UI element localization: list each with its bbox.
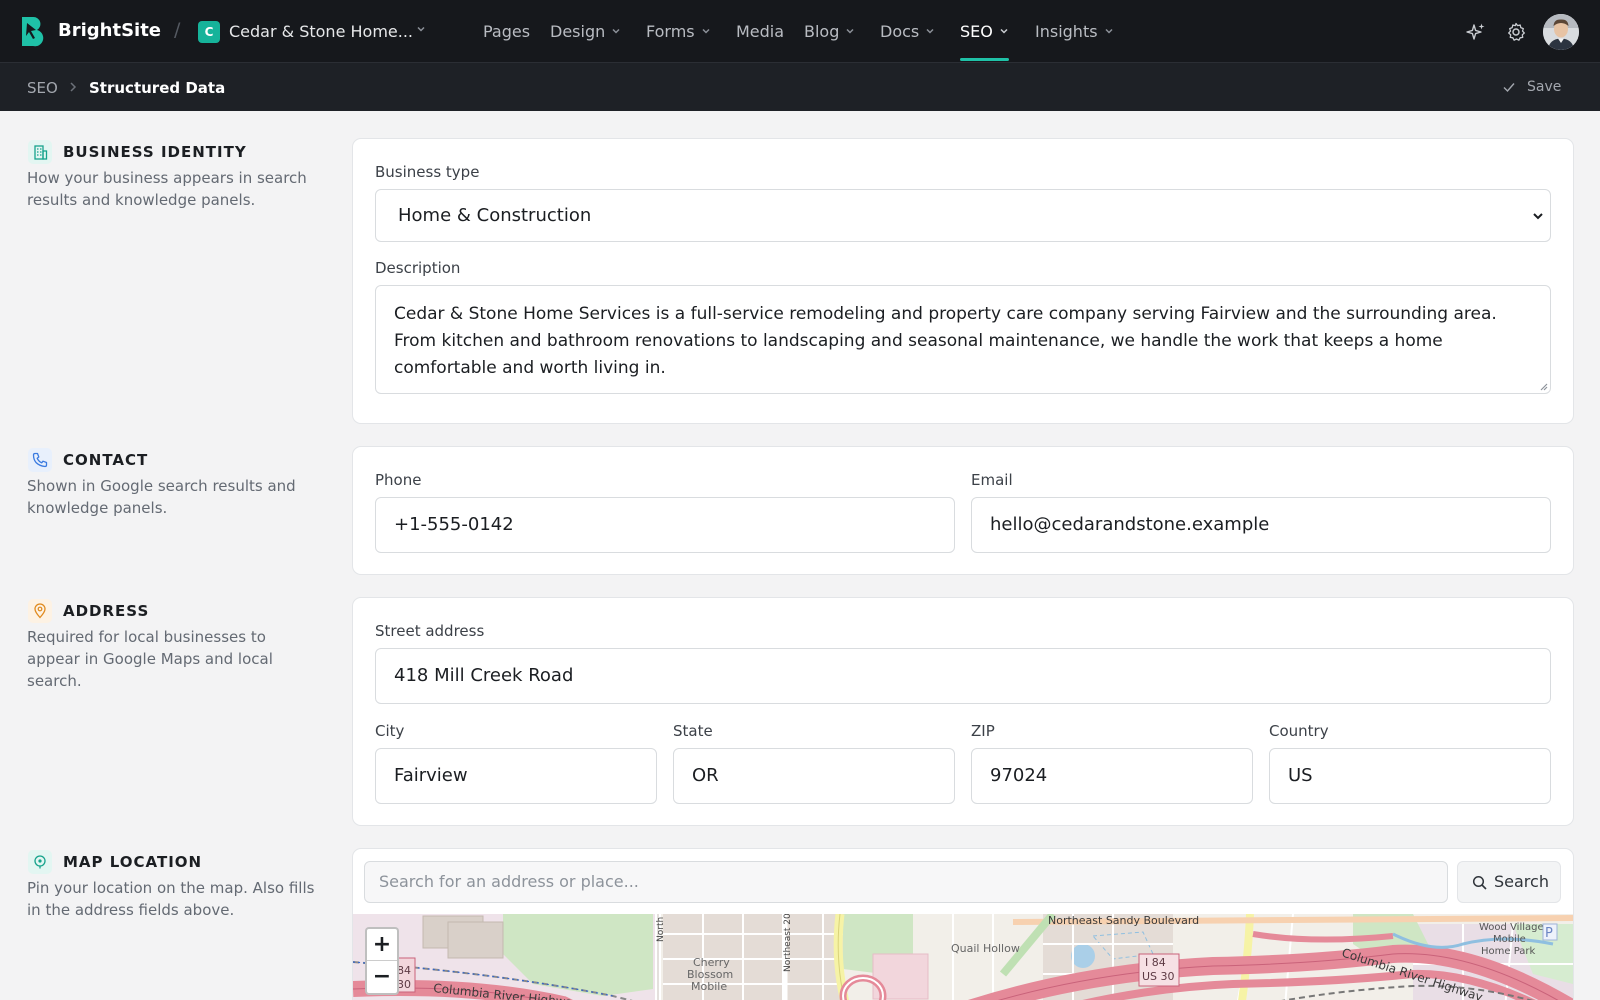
address-card: Street address 418 Mill Creek Road City … <box>352 597 1574 826</box>
sub-bar: SEO Structured Data Save <box>0 63 1600 111</box>
phone-icon <box>28 448 52 472</box>
city-label: City <box>375 722 405 740</box>
pin-icon <box>28 599 52 623</box>
section-desc-identity: How your business appears in search resu… <box>27 169 307 209</box>
map-label-wood-2: Mobile <box>1493 934 1526 945</box>
nav-item-insights[interactable]: Insights <box>1035 0 1114 63</box>
country-input[interactable]: US <box>1269 748 1551 804</box>
chevron-down-icon <box>1533 213 1543 220</box>
country-label: Country <box>1269 722 1329 740</box>
search-icon <box>1472 875 1487 890</box>
map-shield-left-top: 84 <box>397 964 411 977</box>
section-desc-map: Pin your location on the map. Also fills… <box>27 879 315 919</box>
map-shield-left-bottom: 30 <box>397 978 411 991</box>
map-label-quail-hollow: Quail Hollow <box>951 942 1020 955</box>
chevron-down-icon <box>1105 28 1113 34</box>
email-input[interactable]: hello@cedarandstone.example <box>971 497 1551 553</box>
map-label-sandy-blvd: Northeast Sandy Boulevard <box>1048 914 1199 927</box>
brightsite-logo-icon[interactable] <box>20 16 46 47</box>
nav-item-docs[interactable]: Docs <box>880 0 935 63</box>
business-type-value: Home & Construction <box>398 205 592 226</box>
description-label: Description <box>375 259 461 277</box>
brand-name[interactable]: BrightSite <box>58 20 161 41</box>
breadcrumb-seo[interactable]: SEO <box>27 79 58 97</box>
nav-item-pages[interactable]: Pages <box>483 0 530 63</box>
avatar-image <box>1543 14 1579 50</box>
zip-label: ZIP <box>971 722 995 740</box>
map-shield-mid-bottom: US 30 <box>1142 970 1175 983</box>
map-label-wood-1: Wood Village <box>1479 922 1544 933</box>
map-label-cherry-3: Mobile <box>691 980 727 993</box>
divider-slash: / <box>174 19 181 41</box>
map-label-ne-20: Northeast 20 <box>783 914 793 972</box>
section-desc-address: Required for local businesses to appear … <box>27 628 273 690</box>
map-zoom-control: + − <box>365 927 399 995</box>
state-input[interactable]: OR <box>673 748 955 804</box>
description-textarea[interactable]: Cedar & Stone Home Services is a full-se… <box>375 285 1551 394</box>
nav-label: Docs <box>880 22 920 41</box>
gear-icon[interactable] <box>1506 22 1526 42</box>
nav-item-design[interactable]: Design <box>550 0 621 63</box>
nav-label: Insights <box>1035 22 1098 41</box>
section-title-contact: CONTACT <box>63 451 149 469</box>
chevron-down-icon <box>846 28 854 34</box>
nav-item-seo[interactable]: SEO <box>960 0 1009 63</box>
section-title-map: MAP LOCATION <box>63 853 203 871</box>
contact-card: Phone +1-555-0142 Email hello@cedarandst… <box>352 446 1574 575</box>
map-canvas[interactable]: 84 30 I 84 US 30 Northeast Sandy Bouleva… <box>353 914 1573 1000</box>
section-desc-contact: Shown in Google search results and knowl… <box>27 477 296 517</box>
resize-handle-icon[interactable] <box>1538 381 1548 391</box>
site-switcher[interactable]: Cedar & Stone Home... <box>229 22 413 41</box>
street-input[interactable]: 418 Mill Creek Road <box>375 648 1551 704</box>
nav-label: Media <box>736 22 785 41</box>
phone-input[interactable]: +1-555-0142 <box>375 497 955 553</box>
avatar[interactable] <box>1543 14 1579 50</box>
map-label-wood-3: Home Park <box>1481 946 1536 957</box>
building-icon <box>28 140 52 164</box>
section-title-address: ADDRESS <box>63 602 150 620</box>
map-search-input[interactable]: Search for an address or place... <box>364 861 1448 903</box>
map-tiles: 84 30 I 84 US 30 Northeast Sandy Bouleva… <box>353 914 1573 1000</box>
map-pin-icon <box>28 850 52 874</box>
map-search-button[interactable]: Search <box>1457 861 1561 903</box>
city-input[interactable]: Fairview <box>375 748 657 804</box>
map-shield-mid-top: I 84 <box>1145 956 1166 969</box>
top-bar: BrightSite / C Cedar & Stone Home... Pag… <box>0 0 1600 63</box>
page-title: Structured Data <box>89 79 226 97</box>
nav-label: Pages <box>483 22 531 41</box>
nav-label: SEO <box>960 22 993 41</box>
chevron-right-icon <box>70 82 77 92</box>
zoom-out-button[interactable]: − <box>367 961 397 993</box>
section-title-identity: BUSINESS IDENTITY <box>63 143 247 161</box>
nav-label: Forms <box>646 22 695 41</box>
nav-label: Blog <box>804 22 840 41</box>
street-label: Street address <box>375 622 485 640</box>
email-label: Email <box>971 471 1013 489</box>
zoom-in-button[interactable]: + <box>367 929 397 961</box>
map-label-parking: P <box>1545 926 1553 941</box>
business-type-label: Business type <box>375 163 480 181</box>
chevron-down-icon <box>612 28 620 34</box>
state-label: State <box>673 722 713 740</box>
map-card: Search for an address or place... Search <box>352 848 1574 1000</box>
zip-input[interactable]: 97024 <box>971 748 1253 804</box>
map-search-label: Search <box>1494 872 1549 891</box>
site-badge[interactable]: C <box>198 21 220 43</box>
phone-label: Phone <box>375 471 422 489</box>
identity-card: Business type Home & Construction Descri… <box>352 138 1574 424</box>
chevron-down-icon[interactable] <box>416 24 426 34</box>
save-label: Save <box>1527 79 1562 95</box>
business-type-select[interactable]: Home & Construction <box>375 189 1551 242</box>
description-value: Cedar & Stone Home Services is a full-se… <box>394 304 1497 378</box>
nav-label: Design <box>550 22 606 41</box>
nav-item-blog[interactable]: Blog <box>804 0 855 63</box>
nav-item-forms[interactable]: Forms <box>646 0 711 63</box>
sparkle-icon[interactable] <box>1466 22 1486 42</box>
chevron-down-icon <box>926 28 934 34</box>
chevron-down-icon <box>1000 28 1008 34</box>
check-icon <box>1503 83 1515 93</box>
chevron-down-icon <box>702 28 710 34</box>
nav-item-media[interactable]: Media <box>736 0 784 63</box>
map-label-north: North <box>656 917 666 942</box>
